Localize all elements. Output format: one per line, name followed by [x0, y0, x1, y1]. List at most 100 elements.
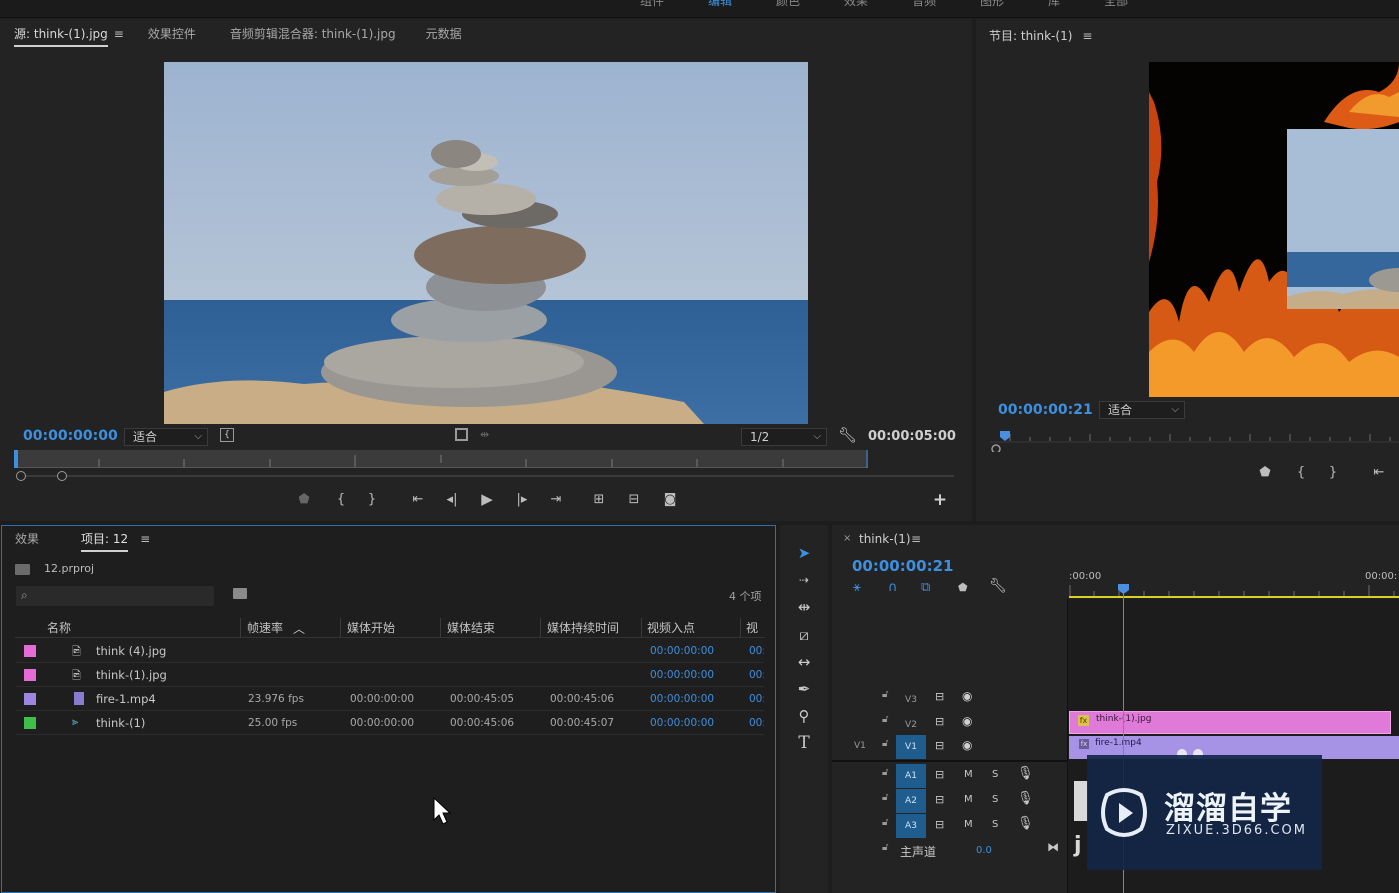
- tab-metadata[interactable]: 元数据: [408, 19, 474, 49]
- eye-icon[interactable]: ◉: [962, 714, 972, 728]
- playhead-handle[interactable]: [1117, 583, 1130, 595]
- menu-item-1[interactable]: 编辑: [708, 0, 732, 9]
- mute-button[interactable]: M: [964, 794, 973, 805]
- track-label-a1[interactable]: A1: [896, 764, 926, 788]
- zoom-handle-right[interactable]: [57, 471, 67, 481]
- tab-effect-controls[interactable]: 效果控件: [136, 19, 208, 49]
- go-to-out-icon[interactable]: ⇥: [546, 491, 566, 509]
- source-timecode[interactable]: 00:00:00:00: [23, 428, 118, 444]
- tab-effects[interactable]: 效果: [3, 526, 51, 552]
- source-zoom-scrollbar[interactable]: [14, 471, 958, 481]
- table-row[interactable]: 🖻︎ think-(1).jpg 00:00:00:00 00:: [16, 663, 764, 687]
- tab-project[interactable]: 项目: 12 ≡: [51, 526, 162, 552]
- col-media-duration[interactable]: 媒体持续时间: [547, 618, 619, 638]
- mark-out-icon[interactable]: }: [1323, 464, 1343, 482]
- table-row[interactable]: ⫸ think-(1) 25.00 fps 00:00:00:00 00:00:…: [16, 711, 764, 735]
- button-editor-icon[interactable]: +: [930, 491, 950, 509]
- label-color-swatch[interactable]: [24, 645, 36, 657]
- wrench-icon[interactable]: 🔧︎: [838, 426, 857, 444]
- menu-item-5[interactable]: 图形: [980, 0, 1004, 9]
- track-label-v3[interactable]: V3: [896, 689, 926, 711]
- insert-mode-icon[interactable]: {: [220, 428, 234, 442]
- close-icon[interactable]: ×: [843, 533, 851, 544]
- table-row[interactable]: 🖻︎ think (4).jpg 00:00:00:00 00:: [16, 639, 764, 663]
- razor-tool-icon[interactable]: ⧄: [791, 624, 817, 646]
- go-to-edit-point-icon[interactable]: ⧓: [1047, 840, 1059, 854]
- wrench-icon[interactable]: 🔧︎: [989, 578, 1007, 594]
- track-label-a2[interactable]: A2: [896, 789, 926, 813]
- item-name[interactable]: think-(1): [96, 716, 145, 730]
- menu-item-3[interactable]: 效果: [844, 0, 868, 9]
- panel-menu-icon[interactable]: ≡: [1082, 29, 1092, 43]
- source-patch-v1[interactable]: V1: [854, 741, 866, 751]
- sync-lock-icon[interactable]: ⊟: [935, 739, 944, 752]
- lock-icon[interactable]: 🔓︎: [882, 689, 888, 700]
- microphone-icon[interactable]: 🎙︎: [1017, 816, 1034, 831]
- timeline-title[interactable]: think-(1): [859, 532, 911, 546]
- solo-button[interactable]: S: [992, 794, 998, 805]
- mark-in-icon[interactable]: {: [1291, 464, 1311, 482]
- clip-think-jpg[interactable]: fx think-(1).jpg: [1069, 711, 1391, 734]
- solo-button[interactable]: S: [992, 769, 998, 780]
- ripple-edit-tool-icon[interactable]: ⇹: [791, 596, 817, 618]
- item-name[interactable]: think (4).jpg: [96, 644, 166, 658]
- col-name[interactable]: 名称: [47, 618, 71, 638]
- zoom-tool-icon[interactable]: ⚲: [791, 705, 817, 727]
- program-timecode[interactable]: 00:00:00:21: [998, 402, 1093, 418]
- lock-icon[interactable]: 🔓︎: [882, 792, 888, 803]
- selection-tool-icon[interactable]: ➤: [791, 542, 817, 564]
- lock-icon[interactable]: 🔓︎: [882, 714, 888, 725]
- menu-item-6[interactable]: 库: [1048, 0, 1060, 9]
- zoom-handle-left[interactable]: [16, 471, 26, 481]
- go-to-in-icon[interactable]: ⇤: [1369, 464, 1389, 482]
- menu-item-0[interactable]: 组件: [640, 0, 664, 9]
- overwrite-icon[interactable]: ⊟: [624, 491, 644, 509]
- source-fit-dropdown[interactable]: 适合 ⌵: [124, 428, 208, 446]
- export-frame-icon[interactable]: ◙: [660, 491, 680, 509]
- program-title[interactable]: 节目: think-(1) ≡: [989, 27, 1092, 44]
- mark-in-icon[interactable]: {: [331, 491, 351, 509]
- tab-source[interactable]: 源: think-(1).jpg ≡: [2, 19, 136, 49]
- go-to-in-icon[interactable]: ⇤: [408, 491, 428, 509]
- col-video-in[interactable]: 视频入点: [647, 618, 695, 638]
- eye-icon[interactable]: ◉: [962, 689, 972, 703]
- table-row[interactable]: fire-1.mp4 23.976 fps 00:00:00:00 00:00:…: [16, 687, 764, 711]
- item-name[interactable]: think-(1).jpg: [96, 668, 167, 682]
- mute-button[interactable]: M: [964, 819, 973, 830]
- track-select-tool-icon[interactable]: ⇢: [791, 569, 817, 591]
- step-forward-icon[interactable]: |▸: [512, 491, 532, 509]
- pen-tool-icon[interactable]: ✒: [791, 678, 817, 700]
- sync-lock-icon[interactable]: ⊟: [935, 793, 944, 806]
- new-search-bin-icon[interactable]: [233, 588, 247, 599]
- slip-tool-icon[interactable]: ↔: [791, 651, 817, 673]
- lock-icon[interactable]: 🔓︎: [882, 842, 888, 853]
- lock-icon[interactable]: 🔓︎: [882, 767, 888, 778]
- program-time-ruler[interactable]: [990, 428, 1399, 452]
- panel-menu-icon[interactable]: ≡: [911, 532, 921, 546]
- play-button[interactable]: ▶: [477, 490, 497, 508]
- track-label-v2[interactable]: V2: [896, 714, 926, 736]
- search-input[interactable]: [38, 588, 208, 604]
- mute-button[interactable]: M: [964, 769, 973, 780]
- nest-toggle-icon[interactable]: ⚹: [853, 580, 861, 595]
- add-marker-icon[interactable]: ⬟: [958, 581, 968, 594]
- track-label-a3[interactable]: A3: [896, 814, 926, 838]
- add-marker-icon[interactable]: ⬟: [1255, 464, 1275, 482]
- microphone-icon[interactable]: 🎙︎: [1017, 766, 1034, 781]
- insert-icon[interactable]: ⊞: [589, 491, 609, 509]
- menu-item-7[interactable]: 全部: [1104, 0, 1128, 9]
- col-media-start[interactable]: 媒体开始: [347, 618, 395, 638]
- type-tool-icon[interactable]: T: [791, 732, 817, 754]
- panel-menu-icon[interactable]: ≡: [140, 532, 150, 546]
- col-media-end[interactable]: 媒体结束: [447, 618, 495, 638]
- sync-lock-icon[interactable]: ⊟: [935, 690, 944, 703]
- menu-item-4[interactable]: 音频: [912, 0, 936, 9]
- project-search-box[interactable]: ⌕: [16, 586, 214, 606]
- menu-item-2[interactable]: 颜色: [776, 0, 800, 9]
- lock-icon[interactable]: 🔓︎: [882, 738, 888, 749]
- program-fit-dropdown[interactable]: 适合 ⌵: [1099, 401, 1185, 419]
- solo-button[interactable]: S: [992, 819, 998, 830]
- label-color-swatch[interactable]: [24, 693, 36, 705]
- add-marker-icon[interactable]: ⬟: [294, 491, 314, 509]
- sync-lock-icon[interactable]: ⊟: [935, 818, 944, 831]
